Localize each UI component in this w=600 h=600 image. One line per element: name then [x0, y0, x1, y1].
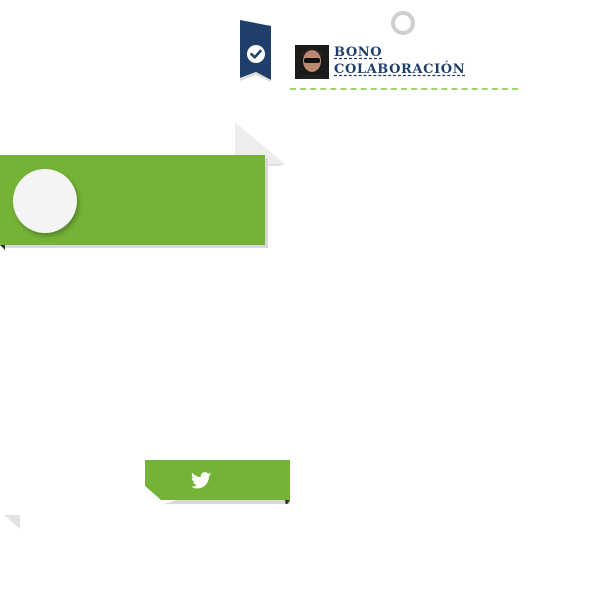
dashed-divider [290, 88, 518, 90]
check-bookmark-icon[interactable] [240, 20, 271, 82]
user-card[interactable]: BONO COLABORACIÓN [295, 44, 525, 84]
user-title-line2: COLABORACIÓN [334, 62, 466, 77]
page: BONO COLABORACIÓN [0, 0, 600, 600]
twitter-share-button[interactable] [145, 460, 290, 504]
folded-corner-small [4, 515, 22, 530]
user-title-line1: BONO [334, 45, 383, 60]
blank-circle [13, 169, 77, 233]
banner-fold [0, 245, 5, 250]
avatar[interactable] [295, 45, 329, 79]
twitter-icon [191, 472, 211, 489]
check-circle-icon [246, 44, 266, 64]
user-title[interactable]: BONO COLABORACIÓN [334, 44, 465, 78]
banner-tab [255, 165, 265, 175]
ring-icon [391, 11, 415, 35]
